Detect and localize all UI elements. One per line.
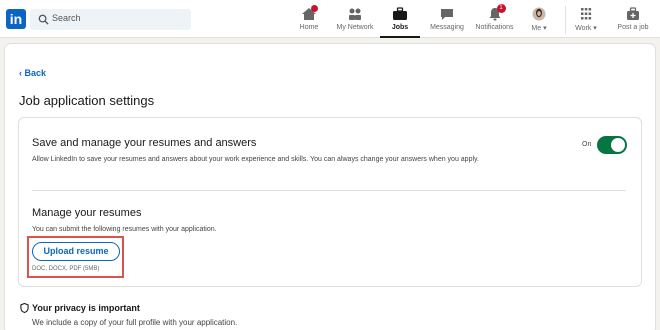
message-icon bbox=[439, 7, 455, 21]
resume-section-heading: Manage your resumes bbox=[32, 207, 142, 219]
nav-item-work[interactable]: Work ▾ bbox=[571, 5, 601, 38]
back-link-label: Back bbox=[24, 68, 47, 78]
shield-icon bbox=[20, 303, 29, 313]
nav-item-jobs[interactable]: Jobs bbox=[380, 5, 420, 38]
top-nav: in Search Home My Network Jobs Messaging… bbox=[0, 0, 660, 38]
nav-item-my-network-label: My Network bbox=[336, 24, 374, 31]
nav-item-post-a-job-label: Post a job bbox=[617, 24, 649, 31]
bell-icon: 1 bbox=[487, 4, 506, 21]
resume-section-description: You can submit the following resumes wit… bbox=[32, 226, 217, 233]
grid-icon bbox=[578, 7, 594, 21]
upload-resume-button[interactable]: Upload resume bbox=[32, 242, 120, 261]
network-icon bbox=[347, 7, 363, 21]
nav-item-notifications-label: Notifications bbox=[475, 24, 514, 31]
toggle-state-label: On bbox=[582, 141, 592, 148]
nav-divider bbox=[565, 6, 566, 34]
briefcase-icon bbox=[392, 7, 408, 21]
back-link[interactable]: ‹ Back bbox=[19, 68, 46, 78]
notifications-badge: 1 bbox=[496, 4, 506, 13]
nav-item-messaging-label: Messaging bbox=[430, 24, 464, 31]
home-badge bbox=[311, 5, 318, 12]
nav-item-messaging[interactable]: Messaging bbox=[427, 5, 467, 38]
page-title: Job application settings bbox=[19, 93, 155, 108]
nav-item-home[interactable]: Home bbox=[296, 5, 322, 38]
post-job-icon bbox=[625, 7, 641, 21]
nav-item-jobs-label: Jobs bbox=[391, 24, 409, 31]
nav-item-my-network[interactable]: My Network bbox=[333, 5, 377, 38]
avatar bbox=[531, 7, 547, 21]
nav-item-work-label: Work ▾ bbox=[575, 25, 597, 32]
home-icon bbox=[301, 5, 318, 21]
nav-item-post-a-job[interactable]: Post a job bbox=[613, 5, 653, 38]
nav-item-home-label: Home bbox=[299, 24, 319, 31]
nav-item-notifications[interactable]: 1 Notifications bbox=[472, 4, 517, 38]
search-placeholder: Search bbox=[52, 13, 81, 23]
linkedin-logo[interactable]: in bbox=[6, 9, 26, 29]
privacy-description: We include a copy of your full profile w… bbox=[32, 318, 238, 327]
file-types-hint: DOC, DOCX, PDF (5MB) bbox=[32, 266, 100, 272]
nav-item-me-label: Me ▾ bbox=[531, 25, 547, 32]
save-section-description: Allow LinkedIn to save your resumes and … bbox=[32, 156, 479, 163]
save-section-heading: Save and manage your resumes and answers bbox=[32, 137, 257, 149]
toggle-knob bbox=[611, 138, 625, 152]
nav-item-me[interactable]: Me ▾ bbox=[525, 5, 553, 38]
search-icon bbox=[38, 14, 49, 25]
privacy-heading: Your privacy is important bbox=[32, 303, 140, 313]
section-divider bbox=[32, 190, 626, 191]
search-input[interactable]: Search bbox=[30, 9, 191, 30]
save-answers-toggle[interactable] bbox=[597, 136, 627, 154]
